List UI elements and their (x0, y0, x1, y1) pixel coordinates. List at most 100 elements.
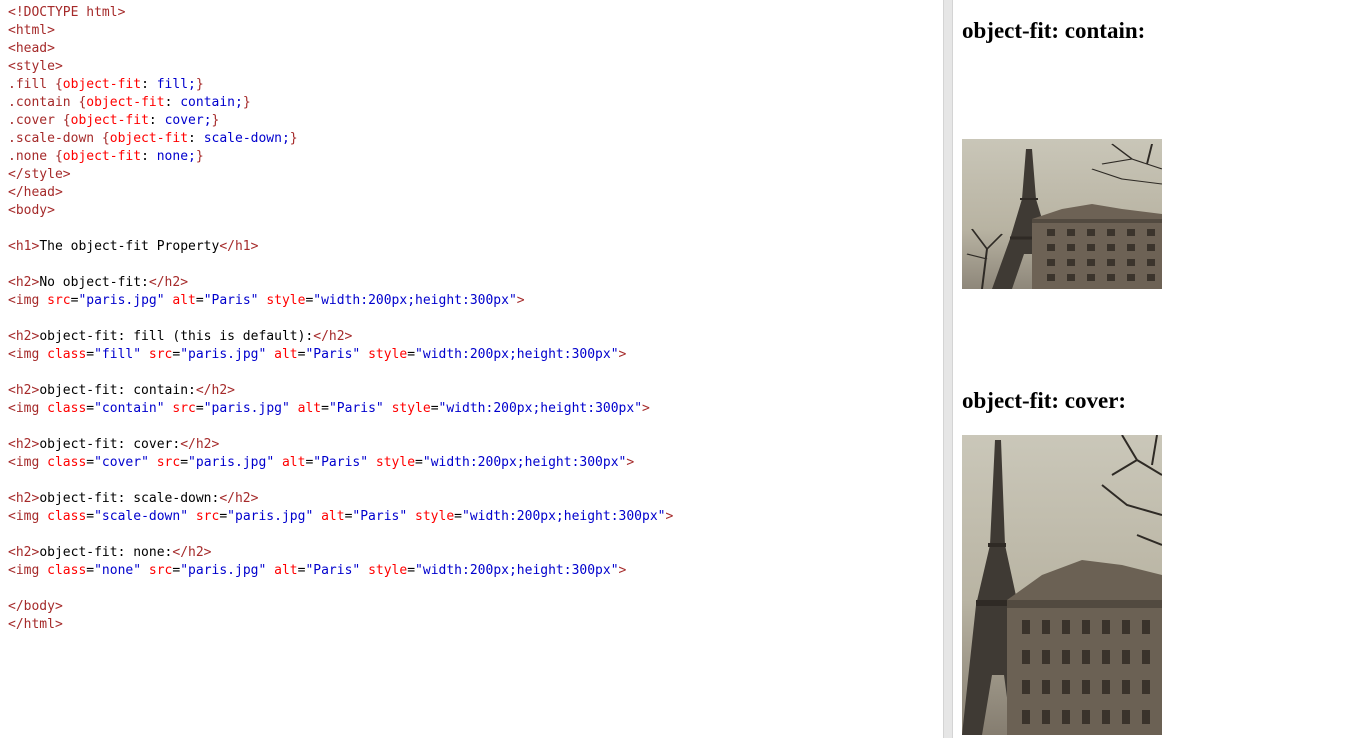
code-line[interactable]: .cover {object-fit: cover;} (8, 112, 673, 130)
code-token: style (368, 347, 408, 362)
code-token: src (148, 563, 173, 578)
code-token: } (195, 77, 204, 92)
code-token: style (391, 401, 431, 416)
code-line[interactable]: <img class="fill" src="paris.jpg" alt="P… (8, 346, 673, 364)
code-token: src (47, 293, 71, 308)
code-line[interactable]: <!DOCTYPE html> (8, 4, 673, 22)
code-line[interactable] (8, 310, 673, 328)
code-line[interactable]: <html> (8, 22, 673, 40)
code-token: </h2> (180, 437, 220, 452)
code-line[interactable]: <h2>object-fit: fill (this is default):<… (8, 328, 673, 346)
code-line[interactable]: </body> (8, 598, 673, 616)
code-line[interactable]: .none {object-fit: none;} (8, 148, 673, 166)
code-line[interactable]: <h2>object-fit: contain:</h2> (8, 382, 673, 400)
code-token: = (195, 401, 204, 416)
code-token: </html> (8, 617, 63, 632)
code-line[interactable]: <head> (8, 40, 673, 58)
code-token: class (47, 401, 87, 416)
code-line[interactable]: <img class="contain" src="paris.jpg" alt… (8, 400, 673, 418)
code-line[interactable] (8, 418, 673, 436)
code-line[interactable]: </head> (8, 184, 673, 202)
code-token: "paris.jpg" (78, 293, 165, 308)
code-line[interactable]: .contain {object-fit: contain;} (8, 94, 673, 112)
code-token: <h1> (8, 239, 40, 254)
code-token: style (266, 293, 306, 308)
code-line[interactable]: <h2>object-fit: cover:</h2> (8, 436, 673, 454)
code-token: = (321, 401, 329, 416)
code-token: "width:200px;height:300px" (462, 509, 666, 524)
code-line[interactable]: <h2>object-fit: scale-down:</h2> (8, 490, 673, 508)
code-token: class (47, 347, 87, 362)
code-token: <head> (8, 41, 55, 56)
code-token: object-fit: scale-down: (39, 491, 220, 506)
code-token: object-fit (86, 95, 165, 110)
code-token: object-fit (62, 77, 142, 92)
code-token: scale-down; (203, 131, 290, 146)
code-line[interactable] (8, 526, 673, 544)
code-token: src (148, 347, 173, 362)
code-token: "width:200px;height:300px" (415, 563, 619, 578)
code-token: <h2> (8, 383, 40, 398)
code-token: object-fit: cover: (39, 437, 181, 452)
paris-photo-cover (962, 435, 1162, 735)
code-token: object-fit: fill (this is default): (39, 329, 314, 344)
code-line[interactable] (8, 472, 673, 490)
code-token: "paris.jpg" (227, 509, 314, 524)
code-token: = (415, 455, 423, 470)
panel-resize-divider[interactable] (943, 0, 953, 738)
code-line[interactable]: .scale-down {object-fit: scale-down;} (8, 130, 673, 148)
code-token: "fill" (94, 347, 142, 362)
code-token: > (665, 509, 674, 524)
code-token: cover; (164, 113, 212, 128)
code-line[interactable]: <img class="cover" src="paris.jpg" alt="… (8, 454, 673, 472)
code-token: } (289, 131, 298, 146)
code-token: style (375, 455, 416, 470)
paris-photo-contain (962, 139, 1162, 289)
code-token: .cover { (8, 113, 71, 128)
code-token: "paris.jpg" (180, 563, 267, 578)
code-token: = (86, 455, 95, 470)
code-token: > (516, 293, 525, 308)
code-token: "Paris" (305, 563, 361, 578)
code-line[interactable]: <body> (8, 202, 673, 220)
code-line[interactable]: .fill {object-fit: fill;} (8, 76, 673, 94)
code-editor-panel[interactable]: <!DOCTYPE html> <html> <head> <style> .fill … (0, 0, 943, 738)
code-token: </head> (8, 185, 63, 200)
code-token: object-fit (70, 113, 149, 128)
code-token: : (164, 95, 181, 110)
code-line[interactable]: <h2>No object-fit:</h2> (8, 274, 673, 292)
code-editor[interactable]: <!DOCTYPE html> <html> <head> <style> .fill … (8, 4, 673, 634)
code-line[interactable] (8, 364, 673, 382)
code-token: class (47, 509, 87, 524)
code-line[interactable] (8, 220, 673, 238)
code-line[interactable] (8, 580, 673, 598)
code-line[interactable]: <img class="scale-down" src="paris.jpg" … (8, 508, 673, 526)
code-line[interactable]: <img class="none" src="paris.jpg" alt="P… (8, 562, 673, 580)
code-token: } (211, 113, 220, 128)
code-token: <img (8, 563, 48, 578)
code-line[interactable]: <img src="paris.jpg" alt="Paris" style="… (8, 292, 673, 310)
code-token: </h2> (148, 275, 189, 290)
code-line[interactable] (8, 256, 673, 274)
code-line[interactable]: <h1>The object-fit Property</h1> (8, 238, 673, 256)
code-token: <img (8, 509, 48, 524)
code-token: <body> (8, 203, 55, 218)
code-line[interactable]: </html> (8, 616, 673, 634)
code-token: </h2> (172, 545, 212, 560)
code-token: "contain" (94, 401, 165, 416)
code-token: : (141, 149, 157, 164)
code-line[interactable]: <h2>object-fit: none:</h2> (8, 544, 673, 562)
code-token: = (86, 401, 95, 416)
code-line[interactable]: </style> (8, 166, 673, 184)
code-line[interactable]: <style> (8, 58, 673, 76)
code-token: : (148, 113, 165, 128)
code-token: </h2> (219, 491, 259, 506)
